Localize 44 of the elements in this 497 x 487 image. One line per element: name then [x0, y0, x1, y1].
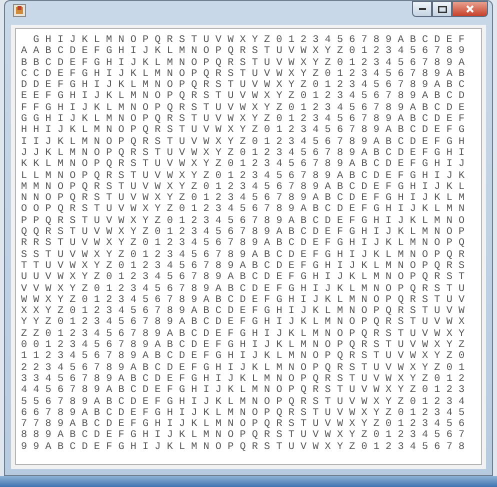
text-line: T T U V W X Y Z 0 1 2 3 4 5 6 7 8 9 A B C D E F G H I J K L M N O P Q R S: [21, 260, 466, 272]
text-line: S S T U V W X Y Z 0 1 2 3 4 5 6 7 8 9 A B C D E F G H I J K L M N O P Q R: [21, 250, 466, 261]
text-line: C C D E F G H I J K L M N O P Q R S T U V W X Y Z 0 1 2 3 4 5 6 7 8 9 A B: [21, 68, 466, 80]
text-line: 2 2 3 4 5 6 7 8 9 A B C D E F G H I J K L M N O P Q R S T U V W X Y Z 0 1: [21, 362, 466, 374]
text-line: 4 4 5 6 7 8 9 A B C D E F G H I J K L M N O P Q R S T U V W X Y Z 0 1 2 3: [21, 385, 466, 396]
text-line: M M N O P Q R S T U V W X Y Z 0 1 2 3 4 5 6 7 8 9 A B C D E F G H I J K L: [21, 182, 466, 193]
text-line: 5 5 6 7 8 9 A B C D E F G H I J K L M N O P Q R S T U V W X Y Z 0 1 2 3 4: [21, 396, 466, 408]
maximize-icon: [438, 6, 446, 12]
text-line: 6 6 7 8 9 A B C D E F G H I J K L M N O P Q R S T U V W X Y Z 0 1 2 3 4 5: [21, 408, 466, 419]
text-line: A A B C D E F G H I J K L M N O P Q R S T U V W X Y Z 0 1 2 3 4 5 6 7 8 9: [21, 46, 466, 58]
text-line: Y Y Z 0 1 2 3 4 5 6 7 8 9 A B C D E F G H I J K L M N O P Q R S T U V W X: [21, 317, 466, 329]
text-line: E E F G H I J K L M N O P Q R S T U V W X Y Z 0 1 2 3 4 5 6 7 8 9 A B C D: [21, 91, 466, 103]
text-line: V V W X Y Z 0 1 2 3 4 5 6 7 8 9 A B C D E F G H I J K L M N O P Q R S T U: [21, 284, 466, 295]
text-line: D D E F G H I J K L M N O P Q R S T U V W X Y Z 0 1 2 3 4 5 6 7 8 9 A B C: [21, 80, 466, 92]
text-line: B B C D E F G H I J K L M N O P Q R S T U V W X Y Z 0 1 2 3 4 5 6 7 8 9 A: [21, 58, 466, 69]
text-line: J J K L M N O P Q R S T U V W X Y Z 0 1 2 3 4 5 6 7 8 9 A B C D E F G H I: [21, 148, 466, 159]
text-line: U U V W X Y Z 0 1 2 3 4 5 6 7 8 9 A B C D E F G H I J K L M N O P Q R S T: [21, 272, 466, 284]
text-line: 8 8 9 A B C D E F G H I J K L M N O P Q R S T U V W X Y Z 0 1 2 3 4 5 6 7: [21, 430, 466, 442]
text-line: 3 3 4 5 6 7 8 9 A B C D E F G H I J K L M N O P Q R S T U V W X Y Z 0 1 2: [21, 374, 466, 385]
minimize-icon: [418, 8, 426, 10]
text-line: Z Z 0 1 2 3 4 5 6 7 8 9 A B C D E F G H I J K L M N O P Q R S T U V W X Y: [21, 328, 466, 340]
text-line: I I J K L M N O P Q R S T U V W X Y Z 0 1 2 3 4 5 6 7 8 9 A B C D E F G H: [21, 136, 466, 148]
text-line: X X Y Z 0 1 2 3 4 5 6 7 8 9 A B C D E F G H I J K L M N O P Q R S T U V W: [21, 306, 466, 318]
text-line: 7 7 8 9 A B C D E F G H I J K L M N O P Q R S T U V W X Y Z 0 1 2 3 4 5 6: [21, 419, 466, 430]
text-line: W W X Y Z 0 1 2 3 4 5 6 7 8 9 A B C D E F G H I J K L M N O P Q R S T U V: [21, 294, 466, 306]
app-icon: [13, 4, 26, 17]
text-line: F F G H I J K L M N O P Q R S T U V W X Y Z 0 1 2 3 4 5 6 7 8 9 A B C D E: [21, 102, 466, 114]
text-line: O O P Q R S T U V W X Y Z 0 1 2 3 4 5 6 7 8 9 A B C D E F G H I J K L M N: [21, 204, 466, 216]
text-line: P P Q R S T U V W X Y Z 0 1 2 3 4 5 6 7 8 9 A B C D E F G H I J K L M N O: [21, 216, 466, 227]
close-icon: [466, 5, 474, 13]
maximize-button[interactable]: [432, 1, 452, 17]
text-line: K K L M N O P Q R S T U V W X Y Z 0 1 2 3 4 5 6 7 8 9 A B C D E F G H I J: [21, 159, 466, 171]
text-line: 9 9 A B C D E F G H I J K L M N O P Q R S T U V W X Y Z 0 1 2 3 4 5 6 7 8: [21, 442, 466, 453]
close-button[interactable]: [452, 1, 488, 17]
text-line: 1 1 2 3 4 5 6 7 8 9 A B C D E F G H I J K L M N O P Q R S T U V W X Y Z 0: [21, 351, 466, 363]
text-line: G G H I J K L M N O P Q R S T U V W X Y Z 0 1 2 3 4 5 6 7 8 9 A B C D E F: [21, 114, 466, 126]
text-line: R R S T U V W X Y Z 0 1 2 3 4 5 6 7 8 9 A B C D E F G H I J K L M N O P Q: [21, 238, 466, 250]
text-line: Q Q R S T U V W X Y Z 0 1 2 3 4 5 6 7 8 9 A B C D E F G H I J K L M N O P: [21, 227, 466, 238]
text-line: N N O P Q R S T U V W X Y Z 0 1 2 3 4 5 6 7 8 9 A B C D E F G H I J K L M: [21, 193, 466, 204]
text-line: H H I J K L M N O P Q R S T U V W X Y Z 0 1 2 3 4 5 6 7 8 9 A B C D E F G: [21, 125, 466, 137]
text-line: G H I J K L M N O P Q R S T U V W X Y Z 0 1 2 3 4 5 6 7 8 9 A B C D E F: [32, 35, 466, 46]
minimize-button[interactable]: [412, 1, 432, 17]
text-line: 0 0 1 2 3 4 5 6 7 8 9 A B C D E F G H I J K L M N O P Q R S T U V W X Y Z: [21, 340, 466, 352]
text-line: L L M N O P Q R S T U V W X Y Z 0 1 2 3 4 5 6 7 8 9 A B C D E F G H I J K: [21, 170, 466, 182]
